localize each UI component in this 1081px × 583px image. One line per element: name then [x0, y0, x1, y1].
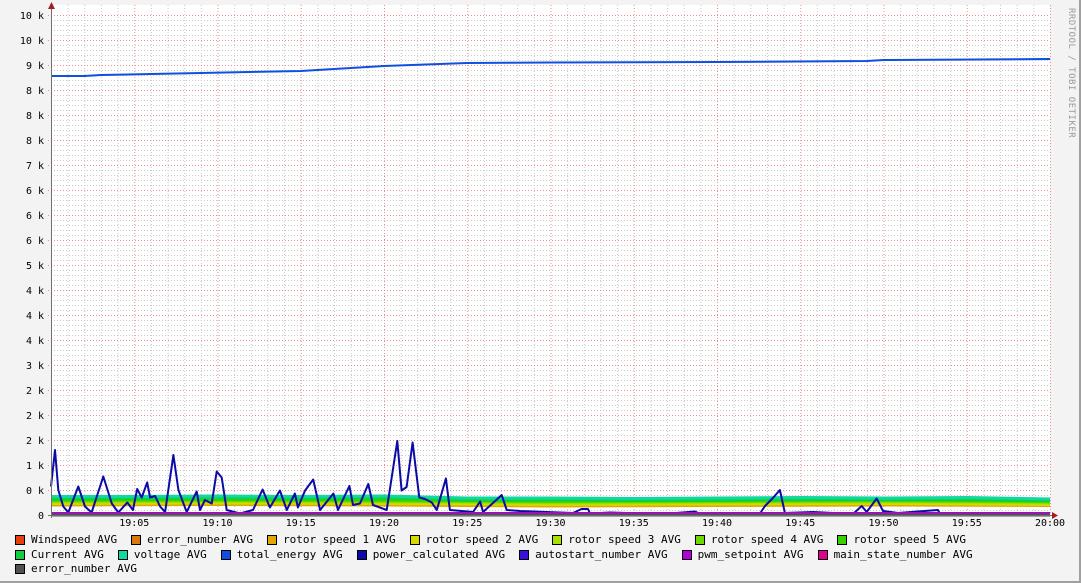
legend-label: Windspeed AVG — [31, 533, 118, 546]
y-tick-label: 3 k — [26, 361, 44, 372]
legend-label: rotor speed 1 AVG — [283, 533, 396, 546]
y-tick-label: 5 k — [26, 261, 44, 272]
y-tick-label: 8 k — [26, 136, 44, 147]
y-tick-label: 4 k — [26, 286, 44, 297]
legend-label: rotor speed 4 AVG — [710, 533, 824, 546]
legend-row: error_number AVG — [15, 562, 1075, 577]
legend-label: voltage AVG — [133, 547, 207, 561]
legend-item: Windspeed AVG — [15, 533, 117, 548]
y-tick-label: 2 k — [26, 411, 44, 422]
legend-swatch-icon — [837, 535, 848, 546]
legend-swatch-icon — [117, 549, 128, 560]
legend-row: Windspeed AVG error_number AVG rotor speed… — [15, 533, 1075, 548]
x-tick-label: 19:50 — [868, 518, 898, 529]
y-tick-label: 4 k — [26, 336, 44, 347]
y-tick-label: 2 k — [26, 386, 44, 397]
x-tick-label: 19:40 — [702, 518, 732, 529]
legend-swatch-icon — [817, 549, 828, 560]
legend-item: rotor speed 2 AVG — [409, 533, 539, 548]
legend-row: Current AVG voltage AVG total_energy AVG po… — [15, 548, 1075, 563]
x-tick-label: 19:05 — [119, 518, 149, 529]
y-tick-label: 4 k — [26, 311, 44, 322]
legend: Windspeed AVG error_number AVG rotor speed… — [15, 533, 1075, 577]
legend-swatch-icon — [552, 535, 563, 546]
legend-item: error_number AVG — [131, 533, 253, 548]
legend-swatch-icon — [15, 535, 25, 546]
legend-label: rotor speed 5 AVG — [853, 533, 967, 546]
legend-item: rotor speed 3 AVG — [552, 533, 681, 548]
y-tick-label: 1 k — [26, 461, 44, 472]
y-tick-label: 8 k — [26, 86, 44, 97]
legend-swatch-icon — [15, 549, 25, 560]
legend-swatch-icon — [694, 535, 705, 546]
legend-item: autostart_number AVG — [519, 547, 668, 563]
legend-swatch-icon — [131, 535, 142, 546]
legend-swatch-icon — [409, 535, 420, 546]
y-tick-label: 0 k — [26, 486, 44, 497]
y-tick-label: 7 k — [26, 161, 44, 172]
x-tick-label: 19:35 — [619, 518, 649, 529]
legend-swatch-icon — [519, 549, 530, 560]
legend-label: error_number AVG — [31, 562, 137, 575]
legend-item: rotor speed 1 AVG — [267, 533, 396, 548]
y-tick-label: 2 k — [26, 436, 44, 447]
y-tick-label: 6 k — [26, 236, 44, 247]
y-tick-label: 9 k — [26, 61, 44, 72]
legend-item: rotor speed 4 AVG — [694, 533, 824, 548]
legend-item: total_energy AVG — [220, 547, 343, 563]
x-tick-label: 20:00 — [1035, 518, 1065, 529]
legend-label: rotor speed 2 AVG — [425, 533, 539, 546]
legend-label: autostart_number AVG — [535, 547, 668, 561]
x-tick-label: 19:10 — [202, 518, 232, 529]
legend-label: rotor speed 3 AVG — [568, 533, 681, 546]
legend-item: power_calculated AVG — [356, 547, 506, 563]
y-tick-label: 10 k — [20, 11, 44, 22]
legend-swatch-icon — [220, 549, 231, 560]
legend-label: power_calculated AVG — [372, 547, 506, 561]
x-tick-label: 19:30 — [535, 518, 565, 529]
y-tick-label: 0 — [38, 511, 44, 522]
legend-label: pwm_setpoint AVG — [697, 547, 804, 561]
x-tick-label: 19:45 — [785, 518, 815, 529]
y-tick-label: 8 k — [26, 111, 44, 122]
x-tick-label: 19:55 — [952, 518, 982, 529]
y-tick-label: 6 k — [26, 186, 44, 197]
y-tick-label: 6 k — [26, 211, 44, 222]
legend-item: pwm_setpoint AVG — [681, 547, 804, 563]
legend-swatch-icon — [356, 549, 367, 560]
legend-label: error_number AVG — [147, 533, 254, 546]
legend-item: Current AVG — [15, 548, 104, 563]
x-tick-label: 19:15 — [286, 518, 316, 529]
legend-item: main_state_number AVG — [817, 547, 973, 563]
x-tick-label: 19:25 — [452, 518, 482, 529]
legend-swatch-icon — [267, 535, 278, 546]
legend-swatch-icon — [681, 549, 692, 560]
legend-label: total_energy AVG — [236, 547, 343, 561]
legend-item: voltage AVG — [117, 547, 207, 563]
y-tick-label: 10 k — [20, 36, 44, 47]
rrdtool-watermark: RRDTOOL / TOBI OETIKER — [1066, 8, 1076, 139]
chart-area: 19:05 19:10 19:15 19:20 19:25 19:30 19:35 19:40… — [20, 2, 1065, 529]
legend-item: error_number AVG — [15, 562, 137, 577]
legend-item: rotor speed 5 AVG — [837, 533, 966, 548]
legend-swatch-icon — [15, 564, 25, 575]
x-tick-label: 19:20 — [369, 518, 399, 529]
legend-label: Current AVG — [31, 547, 104, 561]
legend-label: main_state_number AVG — [833, 547, 973, 561]
